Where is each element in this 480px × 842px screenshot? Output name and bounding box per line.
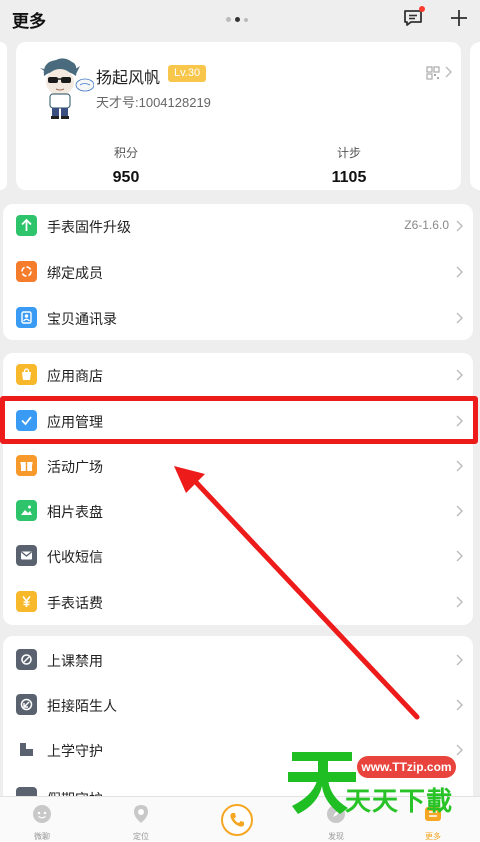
menu-item-label: 拒接陌生人	[47, 698, 117, 714]
menu-item-class-disable[interactable]: 上课禁用	[3, 638, 473, 682]
chevron-right-icon	[456, 550, 463, 562]
profile-id: 天才号:1004128219	[96, 95, 211, 110]
stat-steps[interactable]: 计步 1105	[299, 144, 399, 187]
members-icon	[16, 261, 37, 282]
page-dot-active	[235, 17, 240, 22]
upgrade-icon	[16, 215, 37, 236]
nav-label: 更多	[425, 832, 441, 841]
watermark-brand: 天天下載	[345, 786, 454, 816]
menu-item-label: 手表话费	[47, 595, 103, 611]
profile-name: 扬起风帆	[96, 70, 161, 87]
school-guard-icon	[16, 739, 37, 760]
nav-label: 定位	[133, 832, 149, 841]
level-badge: Lv.30	[168, 65, 207, 82]
nav-label: 微聊	[34, 832, 50, 841]
nav-location[interactable]: 定位	[111, 803, 171, 842]
top-bar: 更多	[0, 0, 480, 36]
chevron-right-icon	[456, 654, 463, 666]
call-button[interactable]	[221, 804, 253, 836]
menu-item-firmware-upgrade[interactable]: 手表固件升级 Z6-1.6.0	[3, 204, 473, 248]
menu-item-bind-members[interactable]: 绑定成员	[3, 250, 473, 294]
chevron-right-icon	[456, 596, 463, 608]
page-indicator	[226, 17, 248, 22]
message-icon[interactable]	[402, 6, 425, 29]
sms-icon	[16, 545, 37, 566]
contacts-icon	[16, 307, 37, 328]
apps-section: 应用商店 应用管理 活动广场 相片表盘 代收短信 手表话费	[3, 353, 473, 625]
gift-icon	[16, 455, 37, 476]
chevron-right-icon	[456, 220, 463, 232]
menu-item-app-store[interactable]: 应用商店	[3, 353, 473, 397]
highlight-box	[0, 396, 478, 444]
stat-steps-label: 计步	[336, 146, 361, 160]
menu-item-label: 绑定成员	[47, 265, 103, 281]
menu-item-activity-square[interactable]: 活动广场	[3, 444, 473, 488]
menu-item-label: 手表固件升级	[47, 219, 131, 235]
stat-points-value: 950	[112, 169, 140, 186]
chevron-right-icon	[456, 744, 463, 756]
menu-item-photo-watchface[interactable]: 相片表盘	[3, 489, 473, 533]
yen-icon	[16, 591, 37, 612]
next-card-peek[interactable]	[470, 42, 480, 190]
menu-item-label: 代收短信	[47, 549, 103, 565]
menu-item-label: 应用商店	[47, 368, 103, 384]
avatar[interactable]	[34, 54, 102, 122]
chevron-right-icon	[456, 699, 463, 711]
watermark-url: www.TTzip.com	[357, 756, 456, 778]
store-icon	[16, 364, 37, 385]
page-dot	[226, 17, 231, 22]
chevron-right-icon	[456, 266, 463, 278]
photo-icon	[16, 500, 37, 521]
stat-steps-value: 1105	[331, 169, 367, 186]
stat-points-label: 积分	[113, 146, 138, 160]
chevron-right-icon	[456, 460, 463, 472]
add-icon[interactable]	[447, 6, 471, 30]
menu-item-sms-proxy[interactable]: 代收短信	[3, 534, 473, 578]
menu-item-contacts[interactable]: 宝贝通讯录	[3, 296, 473, 340]
previous-card-peek[interactable]	[0, 42, 7, 190]
menu-item-label: 宝贝通讯录	[47, 311, 117, 327]
device-section: 手表固件升级 Z6-1.6.0 绑定成员 宝贝通讯录	[3, 204, 473, 340]
location-icon	[134, 805, 148, 823]
qr-code-icon[interactable]	[426, 66, 440, 80]
notification-dot	[419, 6, 425, 12]
chevron-right-icon	[456, 505, 463, 517]
chevron-right-icon	[456, 312, 463, 324]
reject-icon	[16, 694, 37, 715]
nav-label: 发现	[328, 832, 344, 841]
page-dot	[244, 17, 248, 22]
menu-item-phone-bill[interactable]: 手表话费	[3, 580, 473, 624]
nav-chat[interactable]: 微聊	[12, 803, 72, 842]
profile-card[interactable]: 扬起风帆 Lv.30 天才号:1004128219 积分 950 计步 1105	[16, 42, 461, 190]
stat-points[interactable]: 积分 950	[76, 144, 176, 187]
menu-item-label: 上学守护	[47, 743, 103, 759]
firmware-version: Z6-1.6.0	[404, 218, 449, 232]
phone-icon	[230, 813, 244, 827]
menu-item-label: 相片表盘	[47, 504, 103, 520]
chat-icon	[33, 805, 51, 823]
class-disable-icon	[16, 649, 37, 670]
chevron-right-icon	[456, 369, 463, 381]
page-title: 更多	[12, 12, 46, 31]
menu-item-label: 上课禁用	[47, 653, 103, 669]
chevron-right-icon	[445, 66, 452, 78]
menu-item-reject-strangers[interactable]: 拒接陌生人	[3, 683, 473, 727]
menu-item-label: 活动广场	[47, 459, 103, 475]
